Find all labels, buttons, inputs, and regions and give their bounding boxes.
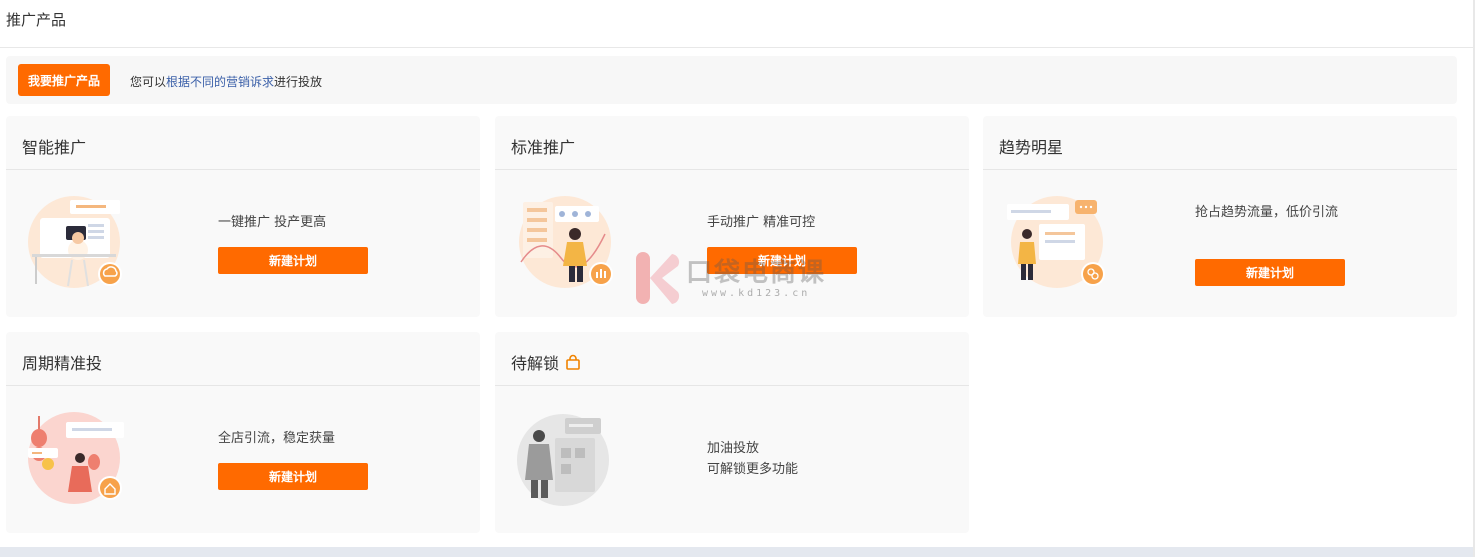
page-title: 推广产品	[6, 11, 67, 29]
card-header: 待解锁	[495, 332, 969, 386]
promote-product-button[interactable]: 我要推广产品	[18, 64, 110, 96]
card-header: 标准推广	[495, 116, 969, 170]
card-title: 智能推广	[22, 138, 87, 157]
marketing-needs-link[interactable]: 根据不同的营销诉求	[166, 75, 274, 89]
banner-description: 您可以根据不同的营销诉求进行投放	[130, 73, 322, 90]
card-title: 周期精准投	[22, 354, 103, 373]
card-trend-star: 趋势明星 抢占趋势流量，低价引流 新建计划	[983, 116, 1457, 317]
smart-promotion-illustration	[28, 196, 122, 288]
card-title: 标准推广	[511, 138, 576, 157]
page-header: 推广产品	[0, 0, 1473, 48]
new-plan-button[interactable]: 新建计划	[218, 463, 368, 490]
new-plan-button[interactable]: 新建计划	[218, 247, 368, 274]
trend-star-illustration	[1007, 196, 1105, 288]
card-description: 一键推广 投产更高	[218, 215, 327, 230]
banner-desc-suffix: 进行投放	[274, 75, 323, 89]
locked-illustration	[517, 414, 609, 506]
bottom-bar	[0, 547, 1475, 557]
card-header: 周期精准投	[6, 332, 480, 386]
card-description: 手动推广 精准可控	[707, 215, 816, 230]
card-description: 全店引流，稳定获量	[218, 431, 336, 446]
card-description-line1: 加油投放	[707, 441, 760, 456]
card-description: 抢占趋势流量，低价引流	[1195, 205, 1339, 220]
card-header: 智能推广	[6, 116, 480, 170]
card-smart-promotion: 智能推广 一键推广 投产更高 新建计划	[6, 116, 480, 317]
card-title: 趋势明星	[999, 138, 1064, 157]
card-title-text: 待解锁	[511, 354, 560, 373]
banner-desc-prefix: 您可以	[130, 75, 167, 89]
card-locked: 待解锁 加油投放 可解锁更多功能	[495, 332, 969, 533]
page: 推广产品 我要推广产品 您可以根据不同的营销诉求进行投放 智能推广 一键推广 投…	[0, 0, 1475, 557]
lock-icon	[566, 354, 580, 370]
new-plan-button[interactable]: 新建计划	[707, 247, 857, 274]
card-periodic-precision: 周期精准投 全店引流，稳定获量 新建计划	[6, 332, 480, 533]
periodic-precision-illustration	[28, 412, 124, 504]
card-description-line2: 可解锁更多功能	[707, 462, 799, 477]
standard-promotion-illustration	[519, 196, 613, 288]
promo-banner: 我要推广产品 您可以根据不同的营销诉求进行投放	[6, 56, 1457, 104]
card-standard-promotion: 标准推广 手动推广 精准可控 新建计划	[495, 116, 969, 317]
card-header: 趋势明星	[983, 116, 1457, 170]
card-title: 待解锁	[511, 350, 581, 374]
new-plan-button[interactable]: 新建计划	[1195, 259, 1345, 286]
